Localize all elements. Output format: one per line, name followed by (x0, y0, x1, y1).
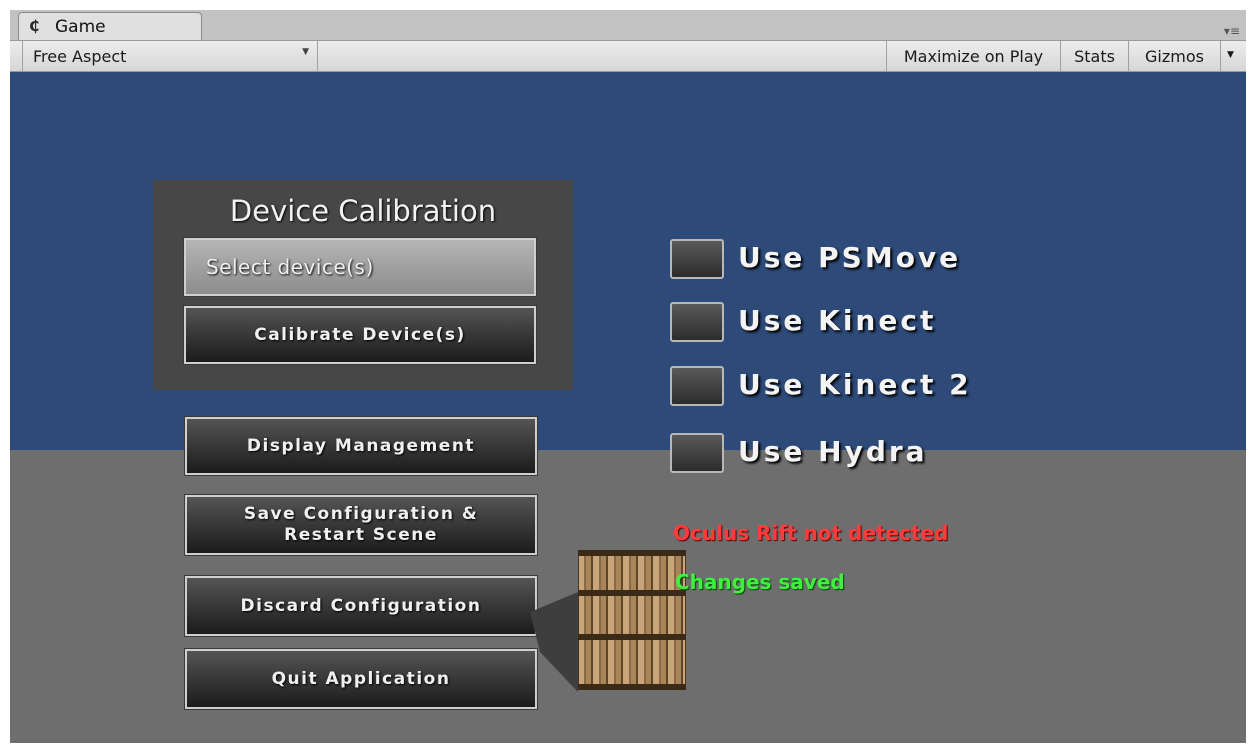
maximize-on-play-button[interactable]: Maximize on Play (886, 41, 1060, 71)
game-viewport: Device Calibration Select device(s) Cali… (10, 72, 1246, 743)
save-button-line1: Save Configuration & (243, 504, 479, 524)
toggle-label: Use Kinect 2 (738, 368, 972, 401)
gizmos-button[interactable]: Gizmos (1128, 41, 1220, 71)
tab-game[interactable]: ₵ Game (18, 12, 202, 40)
save-configuration-button[interactable]: Save Configuration & Restart Scene (185, 495, 537, 555)
tab-strip: ₵ Game ▾≡ (10, 10, 1246, 40)
shelf-board (578, 550, 686, 556)
stats-button[interactable]: Stats (1060, 41, 1128, 71)
discard-configuration-button[interactable]: Discard Configuration (185, 576, 537, 636)
chevron-down-icon: ▼ (302, 47, 309, 57)
checkbox[interactable] (670, 433, 724, 473)
checkbox[interactable] (670, 366, 724, 406)
checkbox[interactable] (670, 239, 724, 279)
device-calibration-panel: Device Calibration Select device(s) Cali… (153, 180, 573, 390)
tab-menu-icon[interactable]: ▾≡ (1224, 24, 1240, 38)
display-management-button[interactable]: Display Management (185, 417, 537, 475)
checkbox[interactable] (670, 302, 724, 342)
calibration-title: Device Calibration (229, 194, 497, 228)
toggle-label: Use Hydra (738, 435, 928, 468)
quit-application-button[interactable]: Quit Application (185, 649, 537, 709)
tab-label: Game (55, 17, 106, 37)
game-view-window: ₵ Game ▾≡ Free Aspect ▼ Maximize on Play… (10, 10, 1246, 743)
calibrate-devices-button[interactable]: Calibrate Device(s) (184, 306, 536, 364)
gizmos-dropdown-icon[interactable]: ▼ (1220, 41, 1240, 71)
game-toolbar: Free Aspect ▼ Maximize on Play Stats Giz… (10, 40, 1246, 72)
unity-icon: ₵ (29, 17, 40, 35)
shelf-board (578, 684, 686, 690)
shelf-board (578, 634, 686, 640)
save-button-line2: Restart Scene (284, 525, 438, 545)
aspect-dropdown-label: Free Aspect (33, 47, 127, 66)
shelf-board (578, 590, 686, 596)
changes-saved-text: Changes saved (675, 570, 845, 594)
toggle-label: Use Kinect (738, 304, 937, 337)
aspect-dropdown[interactable]: Free Aspect ▼ (22, 41, 318, 71)
select-device-dropdown[interactable]: Select device(s) (184, 238, 536, 296)
bookshelf-object (578, 550, 686, 690)
oculus-status-text: Oculus Rift not detected (673, 521, 949, 545)
toggle-label: Use PSMove (738, 241, 962, 274)
